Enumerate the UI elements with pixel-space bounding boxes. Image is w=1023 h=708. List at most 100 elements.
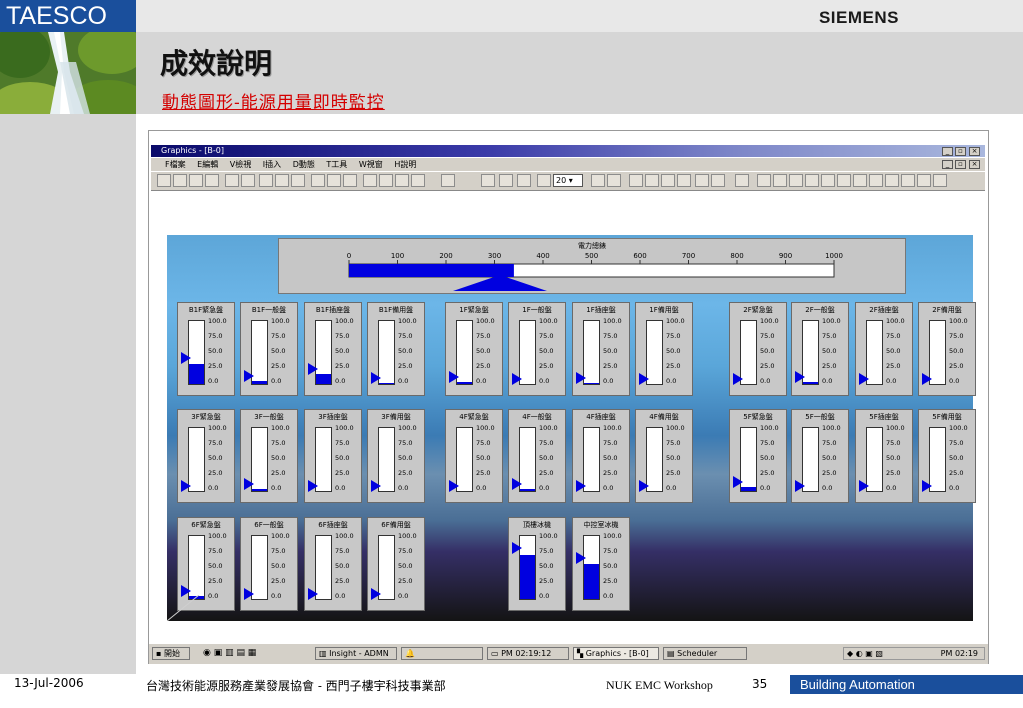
- maximize-button[interactable]: ▫: [955, 147, 966, 156]
- gauge-tick-label: 50.0: [335, 562, 350, 570]
- toolbar-button-icon[interactable]: [481, 174, 495, 187]
- toolbar-button-icon[interactable]: [363, 174, 377, 187]
- toolbar-button-icon[interactable]: [821, 174, 835, 187]
- toolbar-button-icon[interactable]: [629, 174, 643, 187]
- gauge-tick-label: 0.0: [949, 377, 960, 385]
- gauge-tick-label: 25.0: [271, 362, 286, 370]
- toolbar-button-icon[interactable]: [441, 174, 455, 187]
- menu-window[interactable]: W視窗: [359, 160, 383, 169]
- gauge-tick-label: 100.0: [603, 317, 622, 325]
- gauge-panel: 4F插座盤 100.0 75.0 50.0 25.0 0.0: [572, 409, 630, 503]
- doc-close-button[interactable]: ×: [969, 160, 980, 169]
- graphics-canvas: 電力總錶 0 100 200 300 400 500 600 700 800 900 1000 B1…: [167, 235, 976, 621]
- gauge-panel: 4F一般盤 100.0 75.0 50.0 25.0 0.0: [508, 409, 566, 503]
- toolbar-button-icon[interactable]: [917, 174, 931, 187]
- gauge-tick-label: 75.0: [603, 439, 618, 447]
- toolbar-button-icon[interactable]: [885, 174, 899, 187]
- toolbar-button-icon[interactable]: [933, 174, 947, 187]
- gauge-tick-label: 50.0: [666, 454, 681, 462]
- menu-dynamic[interactable]: D動態: [293, 160, 315, 169]
- gauge-tick-label: 75.0: [822, 439, 837, 447]
- toolbar-button-icon[interactable]: [379, 174, 393, 187]
- menu-view[interactable]: V檢視: [230, 160, 251, 169]
- toolbar-button-icon[interactable]: [645, 174, 659, 187]
- toolbar-button-icon[interactable]: [837, 174, 851, 187]
- toolbar-button-icon[interactable]: [499, 174, 513, 187]
- start-button[interactable]: ▪ 開始: [152, 647, 190, 660]
- gauge-fill: [189, 363, 204, 384]
- doc-minimize-button[interactable]: _: [942, 160, 953, 169]
- toolbar-button-icon[interactable]: [173, 174, 187, 187]
- menu-tools[interactable]: T工具: [326, 160, 347, 169]
- menu-help[interactable]: H說明: [394, 160, 416, 169]
- toolbar-button-icon[interactable]: [157, 174, 171, 187]
- gauge-tick-label: 75.0: [603, 332, 618, 340]
- gauge-tick-label: 100.0: [539, 317, 558, 325]
- gauge-tick-label: 75.0: [949, 332, 964, 340]
- toolbar-button-icon[interactable]: [695, 174, 709, 187]
- gauge-tick-label: 25.0: [539, 362, 554, 370]
- gauge-tick-label: 0.0: [335, 484, 346, 492]
- taskbar-item-bell[interactable]: 🔔: [401, 647, 483, 660]
- toolbar-button-icon[interactable]: [225, 174, 239, 187]
- gauge-tick-label: 0.0: [271, 484, 282, 492]
- toolbar-button-icon[interactable]: [805, 174, 819, 187]
- close-button[interactable]: ×: [969, 147, 980, 156]
- toolbar-button-icon[interactable]: [853, 174, 867, 187]
- toolbar-button-icon[interactable]: [789, 174, 803, 187]
- taskbar-item-graphics[interactable]: ▚ Graphics - [B-0]: [573, 647, 659, 660]
- gauge-label: 6F備用盤: [381, 521, 411, 529]
- gauge-tick-label: 75.0: [208, 439, 223, 447]
- gauge-tick-label: 75.0: [208, 332, 223, 340]
- toolbar-button-icon[interactable]: [661, 174, 675, 187]
- gauge-panel: 4F備用盤 100.0 75.0 50.0 25.0 0.0: [635, 409, 693, 503]
- menu-edit[interactable]: E編輯: [197, 160, 218, 169]
- zoom-select[interactable]: 20 ▾: [553, 174, 583, 187]
- toolbar-button-icon[interactable]: [677, 174, 691, 187]
- menu-file[interactable]: F檔案: [165, 160, 186, 169]
- gauge-fill: [457, 382, 472, 384]
- toolbar-button-icon[interactable]: [275, 174, 289, 187]
- gauge-label: 6F緊急盤: [191, 521, 221, 529]
- toolbar-button-icon[interactable]: [901, 174, 915, 187]
- toolbar-button-icon[interactable]: [311, 174, 325, 187]
- gauge-pointer: [371, 480, 381, 492]
- taskbar-item-clock-app[interactable]: ▭ PM 02:19:12: [487, 647, 569, 660]
- toolbar-button-icon[interactable]: [591, 174, 605, 187]
- gauge-panel: 5F備用盤 100.0 75.0 50.0 25.0 0.0: [918, 409, 976, 503]
- toolbar-button-icon[interactable]: [607, 174, 621, 187]
- toolbar-button-icon[interactable]: [259, 174, 273, 187]
- toolbar-button-icon[interactable]: [537, 174, 551, 187]
- toolbar-button-icon[interactable]: [773, 174, 787, 187]
- gauge-tick-label: 25.0: [539, 577, 554, 585]
- gauge-tick-label: 75.0: [208, 547, 223, 555]
- toolbar-button-icon[interactable]: [395, 174, 409, 187]
- doc-restore-button[interactable]: ▫: [955, 160, 966, 169]
- taskbar-item-insight[interactable]: ▥ Insight - ADMN: [315, 647, 397, 660]
- toolbar-button-icon[interactable]: [869, 174, 883, 187]
- taskbar-item-scheduler[interactable]: ▤ Scheduler: [663, 647, 747, 660]
- toolbar-button-icon[interactable]: [241, 174, 255, 187]
- gauge-fill: [741, 487, 756, 491]
- toolbar-button-icon[interactable]: [327, 174, 341, 187]
- menu-insert[interactable]: I插入: [263, 160, 281, 169]
- toolbar-button-icon[interactable]: [735, 174, 749, 187]
- gauge-label: 1F插座盤: [586, 306, 616, 314]
- minimize-button[interactable]: _: [942, 147, 953, 156]
- toolbar-button-icon[interactable]: [343, 174, 357, 187]
- toolbar-button-icon[interactable]: [291, 174, 305, 187]
- gauge-tick-label: 100.0: [271, 424, 290, 432]
- toolbar-button-icon[interactable]: [205, 174, 219, 187]
- toolbar-button-icon[interactable]: [411, 174, 425, 187]
- quick-launch-icons[interactable]: ◉ ▣ ▥ ▤ ▦: [203, 648, 256, 658]
- gauge-pointer: [859, 480, 869, 492]
- gauge-label: 2F緊急盤: [743, 306, 773, 314]
- toolbar-button-icon[interactable]: [711, 174, 725, 187]
- gauge-label: 2F備用盤: [932, 306, 962, 314]
- toolbar-button-icon[interactable]: [757, 174, 771, 187]
- toolbar-button-icon[interactable]: [517, 174, 531, 187]
- toolbar-button-icon[interactable]: [189, 174, 203, 187]
- gauge-tick-label: 100.0: [949, 317, 968, 325]
- gauge-tick-label: 25.0: [822, 362, 837, 370]
- gauge-tick-label: 100.0: [335, 532, 354, 540]
